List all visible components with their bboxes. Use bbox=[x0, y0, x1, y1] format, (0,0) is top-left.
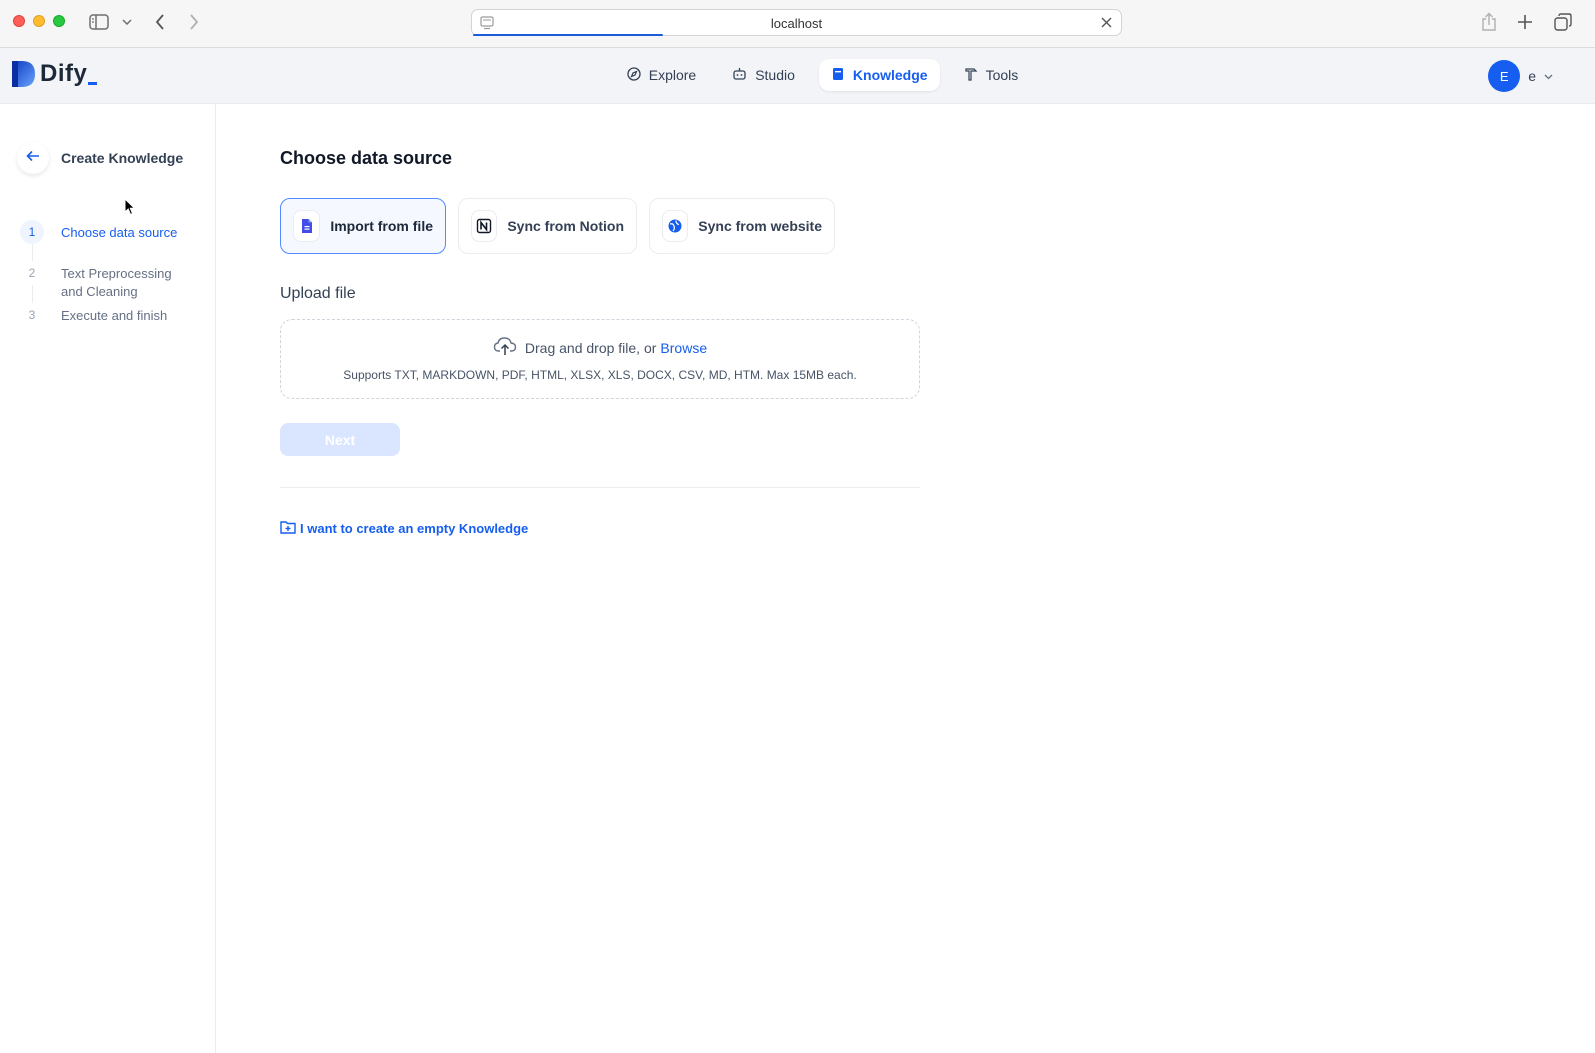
user-name: e bbox=[1528, 68, 1536, 84]
url-text: localhost bbox=[770, 16, 823, 31]
avatar: E bbox=[1488, 60, 1521, 92]
sidebar-title: Create Knowledge bbox=[61, 150, 184, 166]
nav-explore[interactable]: Explore bbox=[615, 59, 708, 91]
stop-loading-icon[interactable] bbox=[1100, 16, 1113, 34]
page-title: Choose data source bbox=[280, 148, 453, 168]
folder-plus-icon bbox=[280, 520, 296, 537]
browser-toolbar: localhost bbox=[0, 0, 1595, 48]
source-label: Import from file bbox=[330, 218, 433, 234]
file-icon bbox=[293, 210, 321, 242]
source-sync-from-notion[interactable]: Sync from Notion bbox=[458, 198, 637, 254]
mouse-cursor-icon bbox=[124, 197, 136, 221]
app-header: Dify Explore Studio Knowledge Tools E e bbox=[0, 48, 1595, 104]
book-icon bbox=[831, 67, 845, 84]
notion-icon bbox=[471, 210, 498, 242]
cloud-upload-icon bbox=[493, 336, 517, 359]
compass-icon bbox=[627, 66, 641, 84]
next-button[interactable]: Next bbox=[280, 423, 400, 456]
nav-studio-label: Studio bbox=[755, 67, 795, 83]
sidebar-toggle-icon[interactable] bbox=[88, 11, 110, 33]
forward-arrow-icon[interactable] bbox=[184, 11, 204, 33]
nav-knowledge[interactable]: Knowledge bbox=[818, 59, 940, 91]
robot-icon bbox=[732, 67, 747, 84]
tab-overview-icon[interactable] bbox=[1553, 11, 1573, 33]
source-label: Sync from website bbox=[698, 218, 822, 234]
create-empty-knowledge-link[interactable]: I want to create an empty Knowledge bbox=[280, 520, 528, 537]
nav-explore-label: Explore bbox=[648, 67, 697, 83]
supported-formats-text: Supports TXT, MARKDOWN, PDF, HTML, XLSX,… bbox=[343, 368, 857, 382]
step-item-2: 2 Text Preprocessing and Cleaning bbox=[20, 261, 172, 299]
close-window-button[interactable] bbox=[13, 15, 25, 27]
step-item-1: 1 Choose data source bbox=[20, 220, 177, 244]
source-sync-from-website[interactable]: Sync from website bbox=[649, 198, 835, 254]
step-label: Text Preprocessing and Cleaning bbox=[61, 266, 172, 299]
user-menu[interactable]: E e bbox=[1488, 60, 1553, 92]
minimize-window-button[interactable] bbox=[33, 15, 45, 27]
nav-studio[interactable]: Studio bbox=[720, 59, 807, 91]
step-label: Choose data source bbox=[61, 225, 178, 240]
zoom-window-button[interactable] bbox=[53, 15, 65, 27]
upload-file-label: Upload file bbox=[280, 285, 356, 302]
loading-progress-bar bbox=[473, 34, 663, 36]
arrow-left-icon bbox=[26, 149, 40, 167]
nav-knowledge-label: Knowledge bbox=[852, 67, 928, 83]
hammer-icon bbox=[964, 67, 978, 84]
step-item-3: 3 Execute and finish bbox=[20, 303, 167, 327]
main-nav: Explore Studio Knowledge Tools bbox=[0, 59, 1595, 91]
back-arrow-icon[interactable] bbox=[150, 11, 170, 33]
step-number: 2 bbox=[20, 261, 44, 285]
divider bbox=[280, 487, 920, 488]
new-tab-icon[interactable] bbox=[1515, 11, 1535, 33]
chevron-down-icon[interactable] bbox=[120, 11, 134, 33]
dropzone-text: Drag and drop file, or bbox=[524, 339, 657, 356]
globe-icon bbox=[662, 210, 689, 242]
step-label: Execute and finish bbox=[61, 308, 168, 323]
step-connector bbox=[32, 285, 33, 304]
nav-tools[interactable]: Tools bbox=[952, 59, 1031, 91]
step-number: 1 bbox=[20, 220, 44, 244]
chevron-down-icon bbox=[1544, 67, 1553, 85]
nav-tools-label: Tools bbox=[985, 67, 1019, 83]
share-icon[interactable] bbox=[1479, 11, 1499, 33]
browse-link[interactable]: Browse bbox=[660, 340, 707, 356]
create-empty-knowledge-label: I want to create an empty Knowledge bbox=[300, 521, 529, 536]
source-import-from-file[interactable]: Import from file bbox=[280, 198, 446, 254]
source-label: Sync from Notion bbox=[507, 218, 624, 234]
file-dropzone[interactable]: Drag and drop file, or Browse Supports T… bbox=[280, 319, 920, 399]
back-button[interactable] bbox=[17, 142, 49, 174]
steps-sidebar: Create Knowledge 1 Choose data source 2 … bbox=[0, 104, 216, 1053]
step-number: 3 bbox=[20, 303, 44, 327]
address-bar[interactable]: localhost bbox=[471, 9, 1122, 36]
step-connector bbox=[32, 244, 33, 262]
